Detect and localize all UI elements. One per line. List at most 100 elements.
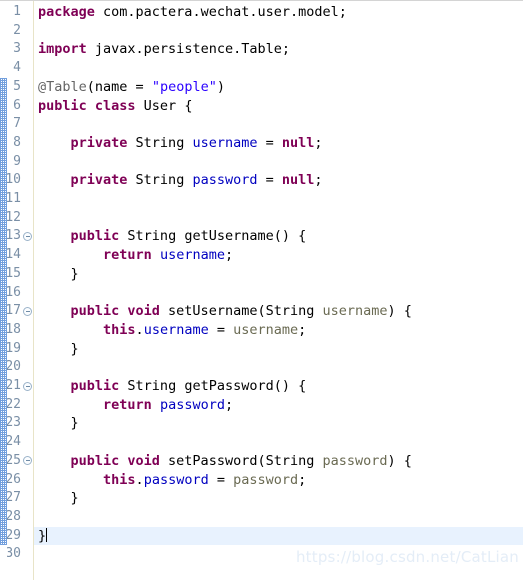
code-token-kw: null xyxy=(281,172,315,189)
code-token-param: username xyxy=(233,321,299,338)
code-token-plain: String getPassword() { xyxy=(119,378,307,394)
line-number: 6 xyxy=(13,97,21,113)
code-line[interactable]: public class User { xyxy=(34,97,523,116)
code-token-plain: . xyxy=(135,321,144,338)
code-line[interactable]: } xyxy=(34,340,523,359)
code-line[interactable]: } xyxy=(34,526,523,546)
fold-collapse-icon[interactable] xyxy=(23,231,32,241)
code-token-fld: username xyxy=(143,321,209,338)
code-line[interactable] xyxy=(34,545,523,564)
code-line[interactable]: @Table(name = "people") xyxy=(34,78,523,97)
code-line[interactable]: } xyxy=(34,489,523,508)
code-token-plain: javax.persistence.Table; xyxy=(86,41,290,58)
code-line[interactable] xyxy=(34,59,523,78)
code-line[interactable] xyxy=(34,22,523,41)
code-token-plain: ) xyxy=(216,78,225,95)
code-token-kw: public void xyxy=(70,452,160,469)
code-token-kw: this xyxy=(103,471,136,488)
code-line[interactable]: public String getUsername() { xyxy=(34,227,523,246)
line-number: 5 xyxy=(13,78,21,94)
fold-collapse-icon[interactable] xyxy=(23,381,32,391)
gutter-separator xyxy=(33,1,34,580)
fold-collapse-icon[interactable] xyxy=(23,456,32,466)
code-line-text: this.username = username; xyxy=(34,321,306,340)
code-line[interactable]: } xyxy=(34,414,523,433)
code-line[interactable] xyxy=(34,209,523,228)
code-token-fld: username xyxy=(192,134,258,151)
code-editor[interactable]: 1 2 3 4 5 6 7 8 9 10 11 12 13 14 15 16 17 18 19 20 21 22 23 24 2… xyxy=(0,0,523,580)
code-token-kw: import xyxy=(38,41,87,58)
line-number: 21 xyxy=(5,378,21,393)
code-content-area[interactable]: package com.pactera.wechat.user.model; im… xyxy=(34,1,523,580)
code-line[interactable] xyxy=(34,508,523,527)
code-token-fld: username xyxy=(159,247,225,264)
code-token-plain: ; xyxy=(314,134,323,151)
code-token-plain: ; xyxy=(224,396,234,413)
code-token-param: username xyxy=(322,303,388,320)
code-token-plain: = xyxy=(208,471,234,488)
line-number: 30 xyxy=(5,546,21,562)
line-number: 4 xyxy=(13,60,21,76)
line-number: 22 xyxy=(5,396,21,412)
code-token-plain: setUsername(String xyxy=(159,303,323,320)
line-number: 1 xyxy=(13,4,21,19)
line-number: 10 xyxy=(5,172,21,188)
code-line-text: import javax.persistence.Table; xyxy=(34,40,290,59)
code-line-text: public void setUsername(String username)… xyxy=(34,302,412,321)
line-number: 9 xyxy=(13,153,21,169)
code-line[interactable]: package com.pactera.wechat.user.model; xyxy=(34,3,523,22)
code-token-plain: = xyxy=(208,321,234,338)
code-token-plain: ; xyxy=(298,321,307,338)
code-line[interactable] xyxy=(34,115,523,134)
code-token-kw: public void xyxy=(70,303,160,320)
code-line-text: private String password = null; xyxy=(34,171,323,190)
code-line[interactable] xyxy=(34,433,523,452)
line-number: 28 xyxy=(5,508,21,524)
code-token-kw: private xyxy=(70,172,128,189)
code-line-text: public class User { xyxy=(34,97,192,116)
code-line[interactable]: public void setPassword(String password)… xyxy=(34,452,523,471)
code-line[interactable] xyxy=(34,284,523,303)
code-line[interactable] xyxy=(34,153,523,172)
code-line[interactable]: private String password = null; xyxy=(34,171,523,190)
code-token-plain: setPassword(String xyxy=(159,452,323,469)
code-token-kw: return xyxy=(103,247,152,264)
code-line-text: private String username = null; xyxy=(34,134,323,153)
code-line[interactable]: public void setUsername(String username)… xyxy=(34,302,523,321)
line-number: 15 xyxy=(5,265,21,281)
line-number: 26 xyxy=(5,471,21,487)
code-line[interactable]: this.username = username; xyxy=(34,321,523,340)
code-token-plain: } xyxy=(38,490,79,507)
code-token-plain: com.pactera.wechat.user.model; xyxy=(94,4,347,20)
code-token-plain: = xyxy=(257,134,282,151)
code-line[interactable]: return username; xyxy=(34,246,523,265)
code-token-plain: . xyxy=(135,471,144,488)
code-line[interactable]: import javax.persistence.Table; xyxy=(34,40,523,59)
code-token-plain: ) { xyxy=(387,303,412,320)
fold-collapse-icon[interactable] xyxy=(23,306,32,316)
line-number: 3 xyxy=(13,41,21,57)
line-number: 12 xyxy=(5,209,21,225)
code-token-plain: = xyxy=(257,172,282,189)
code-token-plain: } xyxy=(38,415,79,432)
code-token-kw: public class xyxy=(38,97,136,114)
code-line[interactable]: public String getPassword() { xyxy=(34,377,523,396)
code-line[interactable]: private String username = null; xyxy=(34,134,523,153)
code-line[interactable] xyxy=(34,358,523,377)
code-line[interactable]: } xyxy=(34,265,523,284)
code-token-param: password xyxy=(322,452,388,469)
code-line-text: public void setPassword(String password)… xyxy=(34,452,412,471)
code-line-text: return username; xyxy=(34,246,233,265)
code-line[interactable]: return password; xyxy=(34,396,523,415)
code-token-plain: (name = xyxy=(86,78,152,95)
code-line[interactable]: this.password = password; xyxy=(34,471,523,490)
change-bar xyxy=(0,1,7,580)
code-token-plain: String xyxy=(127,134,193,151)
code-token-plain: String xyxy=(127,172,193,189)
code-line[interactable] xyxy=(34,190,523,209)
code-token-anno: @Table xyxy=(38,78,87,95)
